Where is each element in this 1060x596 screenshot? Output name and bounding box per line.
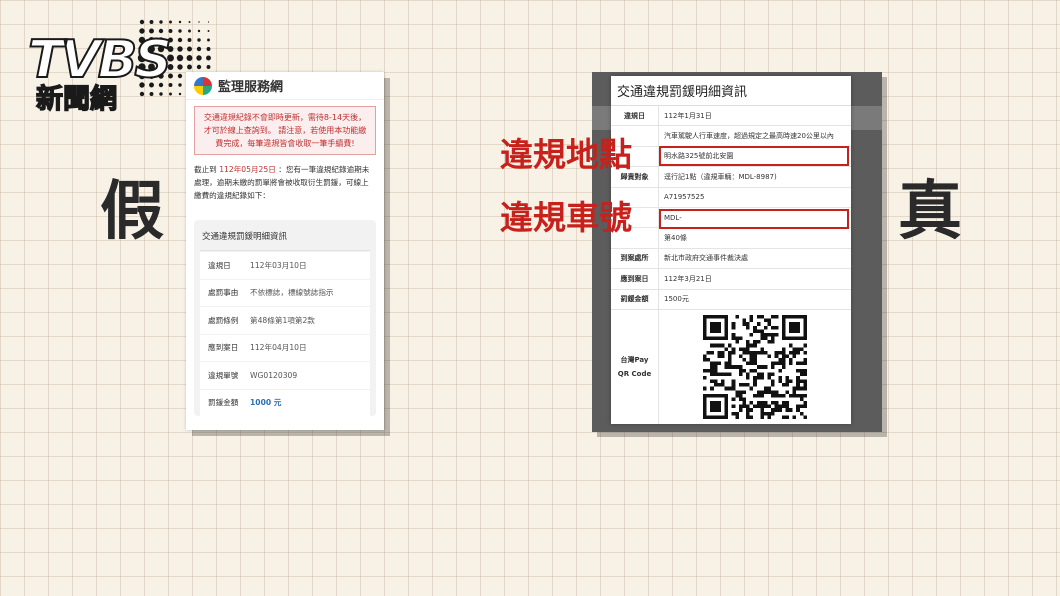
row-key: 違規日 xyxy=(208,260,231,270)
row-value: 1000 元 xyxy=(250,398,282,408)
row-key: 處罰事由 xyxy=(208,288,239,298)
row-key: 違規單號 xyxy=(208,370,239,380)
qr-row: 台灣Pay QR Code xyxy=(611,309,851,424)
real-label: 真 xyxy=(898,175,962,249)
qr-code-icon xyxy=(703,315,807,420)
row-key: 罰鍰金額 xyxy=(208,398,239,408)
row-value: 第48條第1項第2款 xyxy=(250,315,315,325)
row-value: 1500元 xyxy=(664,295,689,304)
row-value: 第40條 xyxy=(664,234,687,243)
real-detail-row: 罰鍰金額 1500元 xyxy=(611,289,851,310)
real-detail-row: 應到案日 112年3月21日 xyxy=(611,269,851,290)
real-detail-row: 到案處所 新北市政府交通事件裁決處 xyxy=(611,248,851,270)
row-value: 不依標誌，標線號誌指示 xyxy=(250,288,334,298)
real-detail-title: 交通違規罰鍰明細資訊 xyxy=(611,76,851,106)
row-value: 逕行記1點（違規車輛：MDL-8987) xyxy=(664,172,777,181)
real-detail-row: A71957525 xyxy=(611,187,851,208)
real-screenshot: 交通違規罰鍰明細資訊 違規日 112年1月31日 汽車駕駛人行車速度，超過規定之最… xyxy=(611,76,851,424)
fake-site-header: 監理服務網 xyxy=(186,72,384,100)
fake-detail-row: 處罰事由 不依標誌，標線號誌指示 xyxy=(200,279,370,306)
row-key: 違規日 xyxy=(611,106,659,126)
fake-detail-row: 應到案日 112年04月10日 xyxy=(200,334,370,361)
location-label: 違規地點 xyxy=(500,135,632,174)
fake-screenshot: 監理服務網 交通違規紀錄不會即時更新，需待8-14天後，才可於線上查詢到。 請注… xyxy=(186,72,384,430)
row-key: 到案處所 xyxy=(611,248,659,269)
row-key: 應到案日 xyxy=(208,343,239,353)
fake-detail-row: 違規單號 WG0120309 xyxy=(200,362,370,389)
row-value: 汽車駕駛人行車速度，超過規定之最高時速20公里以內 xyxy=(664,132,834,141)
row-value: A71957525 xyxy=(664,193,705,202)
logo-brand: TVBS xyxy=(27,30,173,90)
qr-label-2: QR Code xyxy=(617,370,652,379)
plate-highlight-box xyxy=(659,209,849,229)
logo-name: 新聞網 xyxy=(35,84,117,115)
real-detail-row: 違規日 112年1月31日 xyxy=(611,106,851,127)
real-detail-row: 第40條 xyxy=(611,228,851,249)
fake-label: 假 xyxy=(100,175,164,249)
row-value: 112年1月31日 xyxy=(664,111,712,120)
row-value: 新北市政府交通事件裁決處 xyxy=(664,254,748,263)
fake-detail-title: 交通違規罰鍰明細資訊 xyxy=(200,226,370,251)
location-highlight-box xyxy=(659,146,849,166)
row-key: 處罰條例 xyxy=(208,315,239,325)
row-value: 112年3月21日 xyxy=(664,274,712,283)
fake-detail-box: 交通違規罰鍰明細資訊 違規日 112年03月10日 處罰事由 不依標誌，標線號誌指示… xyxy=(194,220,376,416)
site-logo-icon xyxy=(194,76,212,95)
real-detail-row: 歸責對象 逕行記1點（違規車輛：MDL-8987) xyxy=(611,167,851,188)
row-value: 112年03月10日 xyxy=(250,260,307,270)
fake-detail-row: 違規日 112年03月10日 xyxy=(200,252,370,279)
row-key: 應到案日 xyxy=(611,269,659,289)
notice-prefix: 截止到 xyxy=(194,165,217,174)
fake-warning-box: 交通違規紀錄不會即時更新，需待8-14天後，才可於線上查詢到。 請注意，若使用本… xyxy=(194,106,376,155)
row-key: 罰鍰金額 xyxy=(611,289,659,309)
row-value: WG0120309 xyxy=(250,370,298,380)
fake-detail-row: 處罰條例 第48條第1項第2款 xyxy=(200,307,370,334)
fake-detail-row: 罰鍰金額 1000 元 xyxy=(200,389,370,416)
notice-date: 112年05月25日 xyxy=(219,165,276,174)
qr-label-1: 台灣Pay xyxy=(620,356,649,365)
row-value: 112年04月10日 xyxy=(250,343,307,353)
fake-notice: 截止到 112年05月25日 ：您有一筆違規紀錄逾期未處理，逾期未繳的罰單將會被… xyxy=(194,163,376,202)
real-detail-row: 汽車駕駛人行車速度，超過規定之最高時速20公里以內 xyxy=(611,126,851,147)
plate-label: 違規車號 xyxy=(500,198,632,237)
qr-label: 台灣Pay QR Code xyxy=(611,309,659,424)
fake-site-title: 監理服務網 xyxy=(218,80,284,95)
